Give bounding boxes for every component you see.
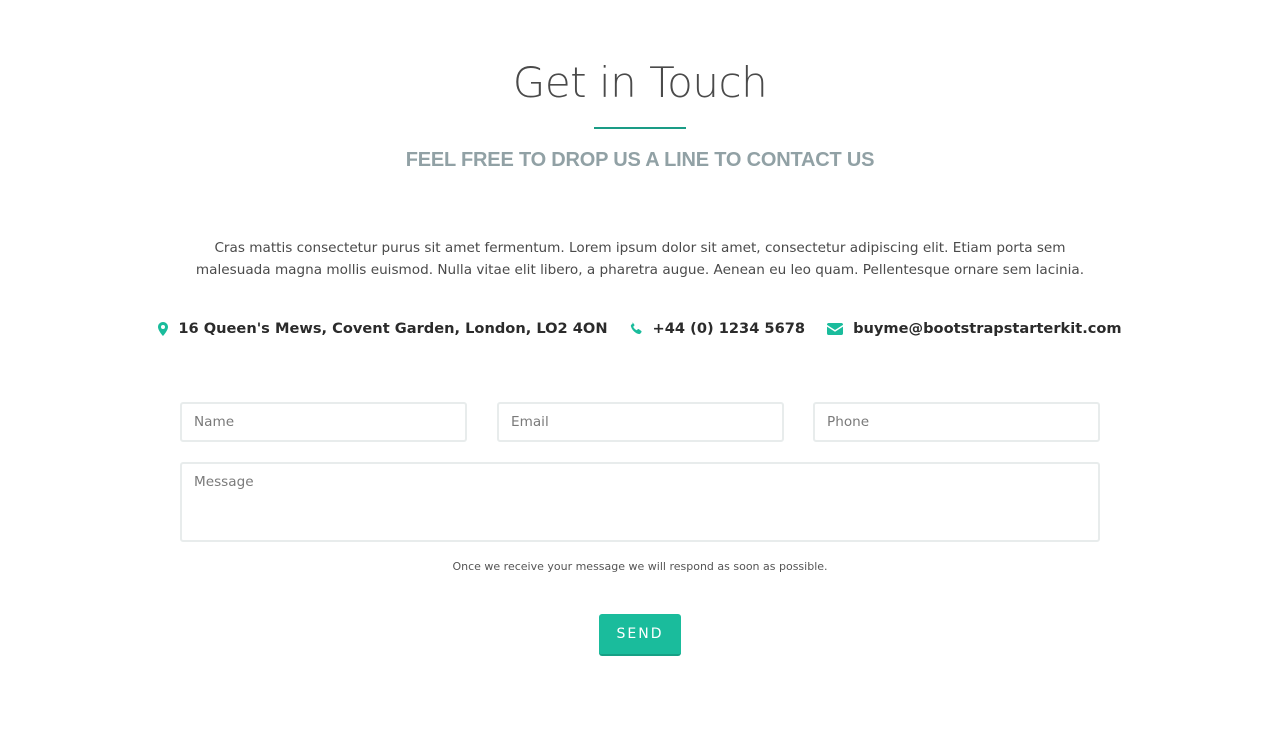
message-textarea[interactable] — [180, 462, 1100, 542]
phone-icon — [630, 322, 643, 335]
page-subtitle: FEEL FREE TO DROP US A LINE TO CONTACT U… — [405, 149, 875, 171]
envelope-icon — [827, 322, 844, 335]
email-input[interactable] — [497, 402, 784, 442]
contact-email-text: buyme@bootstrapstarterkit.com — [853, 320, 1122, 337]
form-note: Once we receive your message we will res… — [452, 560, 828, 573]
name-input[interactable] — [180, 402, 467, 442]
contact-address-text: 16 Queen's Mews, Covent Garden, London, … — [178, 320, 608, 337]
send-button[interactable]: SEND — [599, 614, 681, 656]
intro-text: Cras mattis consectetur purus sit amet f… — [195, 240, 1085, 278]
contact-email: buyme@bootstrapstarterkit.com — [827, 320, 1122, 337]
contact-phone-text: +44 (0) 1234 5678 — [652, 320, 806, 337]
phone-input[interactable] — [813, 402, 1100, 442]
contact-address: 16 Queen's Mews, Covent Garden, London, … — [158, 320, 608, 337]
map-marker-icon — [158, 321, 169, 336]
page-title: Get in Touch — [512, 58, 768, 107]
contact-phone: +44 (0) 1234 5678 — [630, 320, 806, 337]
title-divider — [594, 127, 686, 129]
contact-info: 16 Queen's Mews, Covent Garden, London, … — [0, 320, 1280, 337]
contact-section: Get in Touch FEEL FREE TO DROP US A LINE… — [0, 0, 1280, 740]
